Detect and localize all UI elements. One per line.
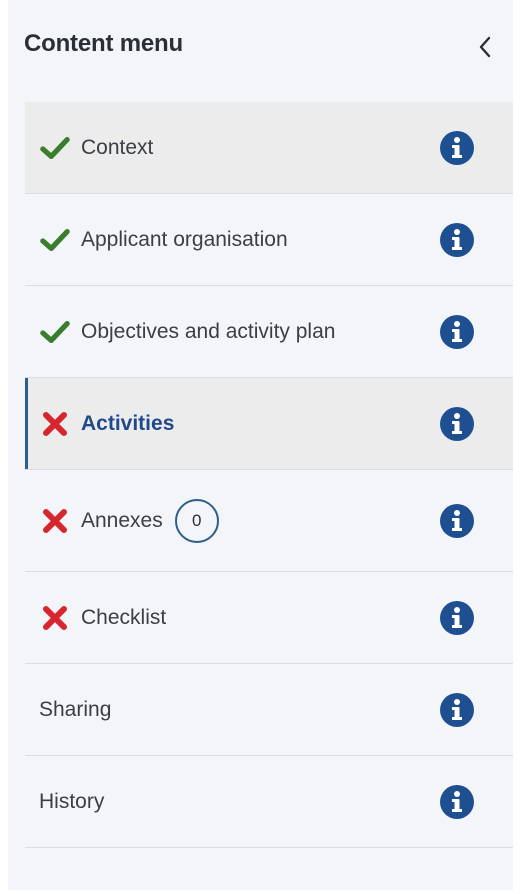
- annexes-count-badge: 0: [174, 498, 219, 543]
- info-icon[interactable]: [439, 784, 475, 820]
- check-icon: [40, 225, 70, 255]
- content-menu-panel: Content menu Context Applicant organisat…: [8, 0, 513, 890]
- content-menu-list: Context Applicant organisation Objective…: [25, 102, 513, 848]
- cross-icon: [40, 506, 70, 536]
- menu-item-label: History: [39, 789, 105, 813]
- menu-item-activities[interactable]: Activities: [25, 378, 513, 470]
- menu-item-context[interactable]: Context: [25, 102, 513, 194]
- info-icon[interactable]: [439, 600, 475, 636]
- menu-item-objectives-and-activity-plan[interactable]: Objectives and activity plan: [25, 286, 513, 378]
- info-icon[interactable]: [439, 314, 475, 350]
- info-icon[interactable]: [439, 222, 475, 258]
- menu-item-label: Context: [81, 135, 154, 159]
- content-menu-title: Content menu: [24, 30, 183, 57]
- menu-item-label: Annexes: [81, 508, 163, 532]
- chevron-left-icon: [479, 36, 491, 58]
- menu-item-label: Activities: [81, 411, 175, 435]
- content-menu-header: Content menu: [8, 0, 513, 100]
- menu-item-label: Objectives and activity plan: [81, 319, 336, 343]
- info-icon[interactable]: [439, 503, 475, 539]
- info-icon[interactable]: [439, 692, 475, 728]
- collapse-menu-button[interactable]: [470, 30, 500, 64]
- menu-item-label: Sharing: [39, 697, 112, 721]
- info-icon[interactable]: [439, 406, 475, 442]
- menu-item-history[interactable]: History: [25, 756, 513, 848]
- info-icon[interactable]: [439, 130, 475, 166]
- menu-item-checklist[interactable]: Checklist: [25, 572, 513, 664]
- cross-icon: [40, 409, 70, 439]
- menu-item-label: Checklist: [81, 605, 167, 629]
- menu-item-annexes[interactable]: Annexes 0: [25, 470, 513, 572]
- menu-item-applicant-organisation[interactable]: Applicant organisation: [25, 194, 513, 286]
- menu-item-sharing[interactable]: Sharing: [25, 664, 513, 756]
- check-icon: [40, 133, 70, 163]
- menu-item-label-group: Annexes 0: [81, 498, 219, 543]
- menu-item-label: Applicant organisation: [81, 227, 288, 251]
- cross-icon: [40, 603, 70, 633]
- check-icon: [40, 317, 70, 347]
